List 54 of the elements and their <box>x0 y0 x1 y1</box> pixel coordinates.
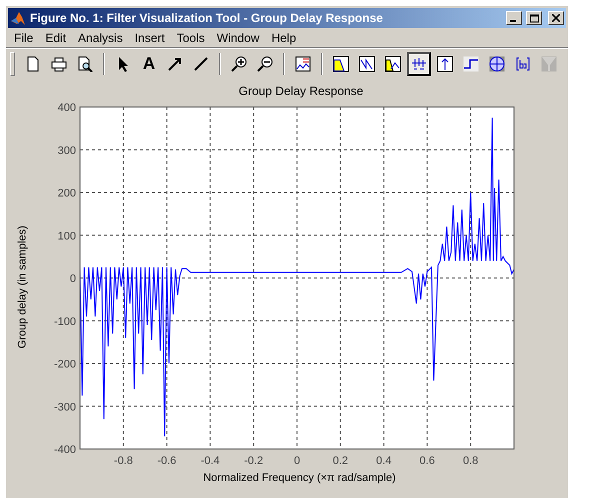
zoom-in-icon <box>231 56 247 72</box>
impulse-icon <box>437 56 453 72</box>
maximize-icon <box>530 14 538 22</box>
y-tick-label: -400 <box>54 444 76 456</box>
sawtooth-icon <box>359 56 375 72</box>
filter-info-icon <box>541 56 557 72</box>
y-tick-label: 300 <box>58 144 76 157</box>
x-tick-label: -0.2 <box>244 455 264 467</box>
x-tick-label: 0 <box>294 455 300 467</box>
menu-item[interactable]: Help <box>265 30 302 44</box>
zoom-out-icon <box>257 56 273 72</box>
chart-legend-icon <box>295 56 311 72</box>
close-icon <box>552 14 560 22</box>
menu-item[interactable]: Window <box>210 30 266 44</box>
line-icon <box>193 56 209 72</box>
printer-icon <box>51 56 67 72</box>
magnitude-phase-icon <box>385 56 401 72</box>
x-tick-label: 0.8 <box>462 455 478 467</box>
menu-item[interactable]: Analysis <box>72 30 129 44</box>
blank-page-icon <box>25 56 41 72</box>
menu-item[interactable]: Insert <box>128 30 171 44</box>
y-tick-label: 200 <box>58 188 76 200</box>
arrow-icon <box>167 56 183 72</box>
x-tick-label: -0.6 <box>157 455 176 467</box>
y-tick-label: -100 <box>54 316 76 328</box>
coefficients-icon <box>515 56 531 72</box>
x-tick-label: -0.4 <box>200 455 220 467</box>
y-tick-label: -300 <box>54 401 76 414</box>
x-tick-label: 0.4 <box>376 455 392 467</box>
y-tick-label: 0 <box>70 273 76 285</box>
x-tick-label: 0.2 <box>332 455 348 467</box>
y-axis-label: Group delay (in samples) <box>16 226 28 348</box>
lowpass-response-icon <box>333 56 349 72</box>
page-magnifier-icon <box>77 56 93 72</box>
x-axis-label: Normalized Frequency (×π rad/sample) <box>203 472 396 484</box>
window-title: Figure No. 1: Filter Visualization Tool - Group Delay Response <box>30 11 384 25</box>
x-tick-label: 0.6 <box>420 455 435 467</box>
menu-item[interactable]: File <box>8 30 40 44</box>
close-button[interactable] <box>548 11 564 25</box>
y-tick-label: -200 <box>54 358 76 370</box>
pole-zero-icon <box>489 56 505 72</box>
menu-item[interactable]: Edit <box>39 30 72 44</box>
maximize-button[interactable] <box>526 11 542 25</box>
y-tick-label: 100 <box>58 230 76 242</box>
x-tick-label: -0.8 <box>114 455 133 467</box>
app-logo-icon <box>10 10 26 26</box>
y-tick-label: 400 <box>58 102 76 114</box>
toolbar-button[interactable]: A <box>137 52 161 76</box>
minimize-button[interactable] <box>506 11 522 25</box>
menu-item[interactable]: Tools <box>170 30 211 44</box>
group-delay-icon <box>411 56 427 72</box>
chart-title: Group Delay Response <box>238 83 364 100</box>
step-icon <box>463 56 479 72</box>
toolbar-button[interactable] <box>407 52 431 76</box>
